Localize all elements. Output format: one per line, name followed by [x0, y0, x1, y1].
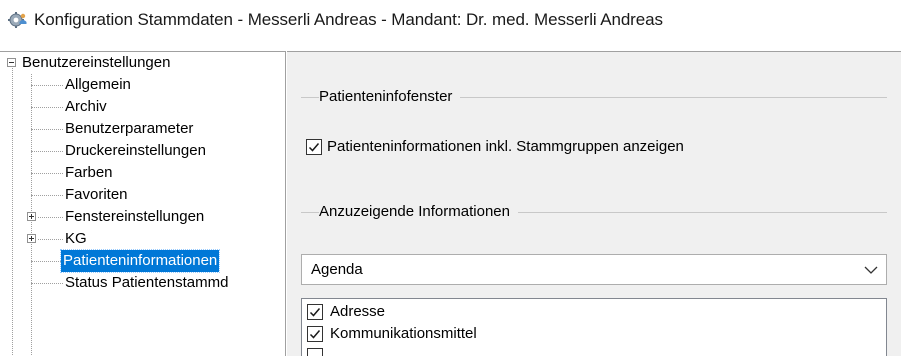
expand-fenstereinstellungen-icon[interactable] — [27, 212, 36, 221]
tree-connector — [31, 85, 63, 86]
tree-connector — [38, 217, 63, 218]
tree-connector — [31, 283, 63, 284]
tree-connector — [12, 68, 13, 356]
tree-connector — [31, 173, 63, 174]
info-category-value: Agenda — [311, 261, 363, 278]
expand-kg-icon[interactable] — [27, 234, 36, 243]
group-title-patienteninfofenster: Patienteninfofenster — [319, 88, 461, 105]
show-patient-info-label[interactable]: Patienteninformationen inkl. Stammgruppe… — [327, 138, 684, 155]
show-patient-info-checkbox[interactable] — [306, 139, 322, 155]
tree-connector — [31, 195, 63, 196]
checkmark-icon — [309, 308, 321, 317]
checkmark-icon — [309, 330, 321, 339]
collapse-root-icon[interactable] — [7, 58, 16, 67]
chevron-down-icon[interactable] — [864, 264, 878, 276]
third-item-checkbox[interactable] — [307, 348, 323, 356]
tree-connector — [31, 107, 63, 108]
checkmark-icon — [308, 143, 320, 152]
kommunikationsmittel-label: Kommunikationsmittel — [330, 325, 477, 342]
info-category-select[interactable]: Agenda — [301, 254, 887, 285]
gear-people-icon — [8, 12, 27, 28]
settings-tree[interactable]: Benutzereinstellungen Allgemein Archiv B… — [0, 51, 286, 356]
window-title: Konfiguration Stammdaten - Messerli Andr… — [34, 10, 663, 29]
tree-connector — [31, 261, 61, 262]
settings-panel: Patienteninfofenster Patienteninformatio… — [287, 51, 901, 356]
tree-connector — [31, 129, 63, 130]
adresse-label: Adresse — [330, 303, 386, 320]
window-titlebar: Konfiguration Stammdaten - Messerli Andr… — [0, 0, 901, 40]
adresse-checkbox[interactable] — [307, 304, 323, 320]
kommunikationsmittel-checkbox[interactable] — [307, 326, 323, 342]
group-title-anzuzeigende-informationen: Anzuzeigende Informationen — [319, 203, 518, 220]
tree-connector — [38, 239, 63, 240]
tree-connector — [31, 151, 63, 152]
info-items-list[interactable]: Adresse Kommunikationsmittel — [301, 298, 887, 356]
